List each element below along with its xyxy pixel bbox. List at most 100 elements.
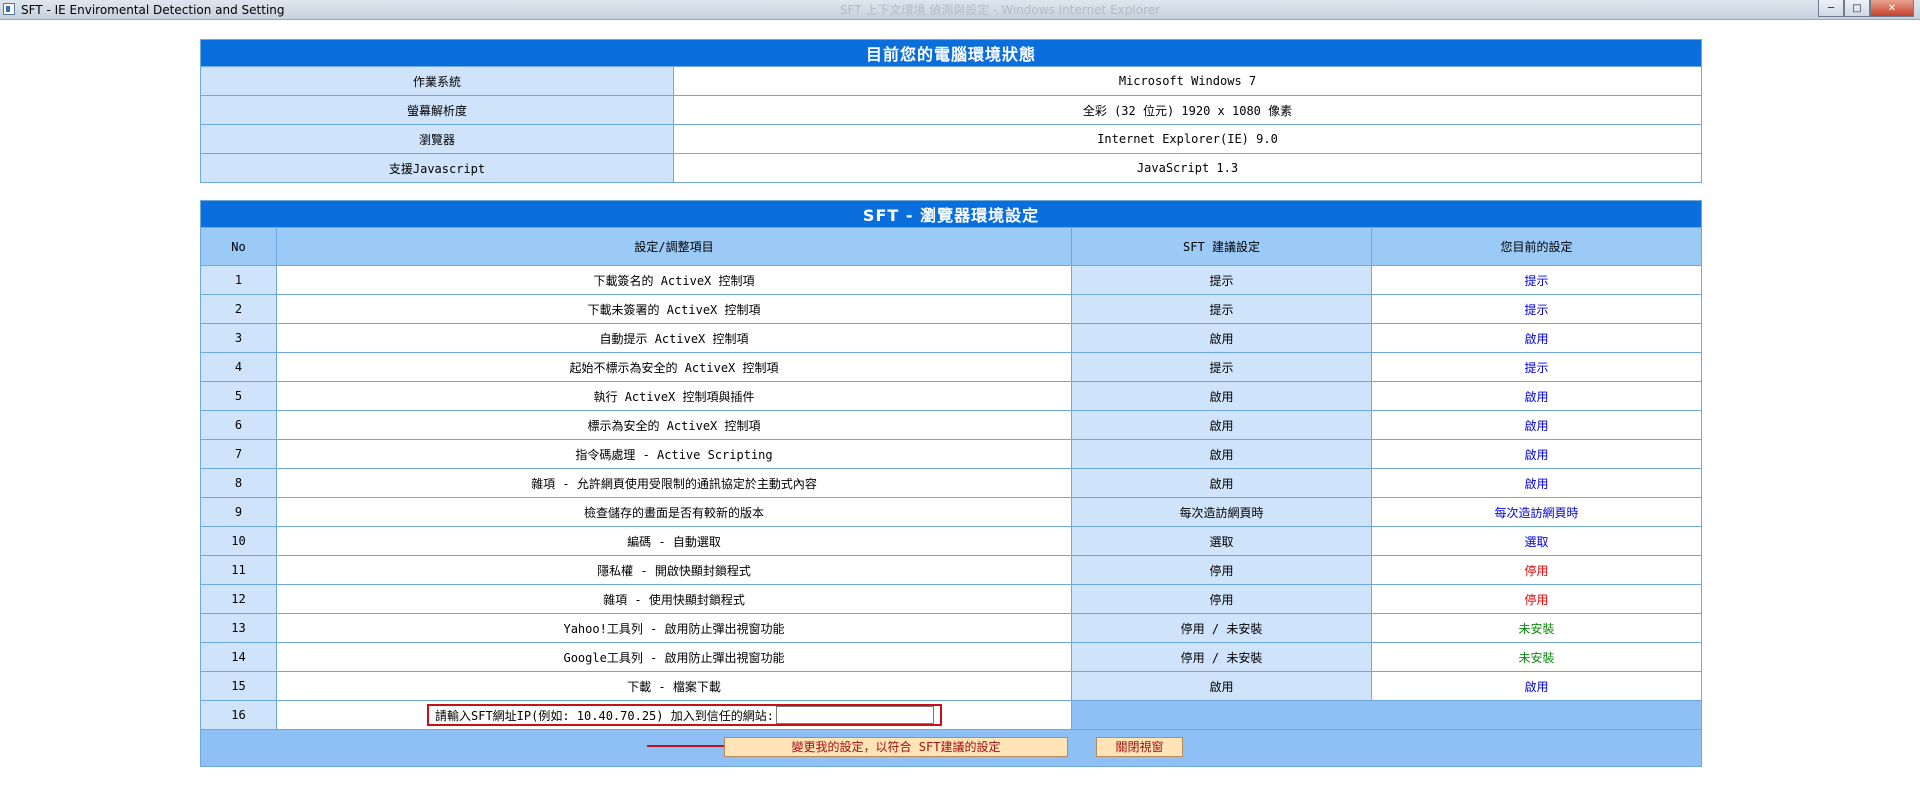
row-number: 11 <box>200 555 277 585</box>
column-header-sft-recommended: SFT 建議設定 <box>1071 227 1372 266</box>
sft-recommended-value: 提示 <box>1071 294 1372 324</box>
setting-item-label: 自動提示 ActiveX 控制項 <box>276 323 1072 353</box>
close-window-button[interactable]: ✕ <box>1870 0 1914 17</box>
sft-recommended-value: 每次造訪網頁時 <box>1071 497 1372 527</box>
minimize-icon: ─ <box>1827 2 1835 14</box>
environment-value: JavaScript 1.3 <box>673 153 1702 183</box>
environment-row: 螢幕解析度 全彩 (32 位元) 1920 x 1080 像素 <box>200 95 1702 125</box>
settings-table: SFT - 瀏覽器環境設定 No 設定/調整項目 SFT 建議設定 您目前的設定… <box>200 200 1702 767</box>
row-number: 13 <box>200 613 277 643</box>
column-header-no: No <box>200 227 277 266</box>
row-number: 15 <box>200 671 277 701</box>
close-icon: ✕ <box>1887 2 1897 14</box>
browser-settings-panel: SFT - 瀏覽器環境設定 No 設定/調整項目 SFT 建議設定 您目前的設定… <box>200 200 1702 767</box>
sft-recommended-value: 啟用 <box>1071 468 1372 498</box>
setting-item-label: 檢查儲存的畫面是否有較新的版本 <box>276 497 1072 527</box>
sft-recommended-value: 啟用 <box>1071 410 1372 440</box>
table-row: 2 下載未簽署的 ActiveX 控制項 提示 提示 <box>200 294 1702 324</box>
sft-recommended-value: 選取 <box>1071 526 1372 556</box>
setting-item-label: 執行 ActiveX 控制項與插件 <box>276 381 1072 411</box>
table-row: 4 起始不標示為安全的 ActiveX 控制項 提示 提示 <box>200 352 1702 382</box>
current-setting-value: 提示 <box>1371 294 1702 324</box>
minimize-button[interactable]: ─ <box>1818 0 1844 17</box>
table-row: 1 下載簽名的 ActiveX 控制項 提示 提示 <box>200 265 1702 295</box>
ip-input-cell: 請輸入SFT網址IP(例如: 10.40.70.25) 加入到信任的網站: <box>276 700 1072 730</box>
setting-item-label: 雜項 - 使用快顯封鎖程式 <box>276 584 1072 614</box>
environment-status-panel: 目前您的電腦環境狀態 作業系統 Microsoft Windows 7 螢幕解析度全… <box>200 39 1702 183</box>
row-number: 6 <box>200 410 277 440</box>
environment-row: 支援Javascript JavaScript 1.3 <box>200 153 1702 183</box>
table-row: 8 雜項 - 允許網頁使用受限制的通訊協定於主動式內容 啟用 啟用 <box>200 468 1702 498</box>
current-setting-value: 停用 <box>1371 555 1702 585</box>
row-number: 2 <box>200 294 277 324</box>
sft-recommended-value: 停用 / 未安裝 <box>1071 642 1372 672</box>
environment-value: Internet Explorer(IE) 9.0 <box>673 124 1702 154</box>
setting-item-label: Yahoo!工具列 - 啟用防止彈出視窗功能 <box>276 613 1072 643</box>
current-setting-value: 啟用 <box>1371 468 1702 498</box>
sft-recommended-value: 啟用 <box>1071 323 1372 353</box>
action-row: 變更我的設定，以符合 SFT建議的設定 關閉視窗 <box>200 729 1702 767</box>
setting-item-label: 起始不標示為安全的 ActiveX 控制項 <box>276 352 1072 382</box>
maximize-button[interactable]: □ <box>1844 0 1870 17</box>
table-row: 11 隱私權 - 開啟快顯封鎖程式 停用 停用 <box>200 555 1702 585</box>
row-number: 12 <box>200 584 277 614</box>
current-setting-value: 啟用 <box>1371 439 1702 469</box>
current-setting-value: 提示 <box>1371 265 1702 295</box>
row-number: 14 <box>200 642 277 672</box>
table-row: 5 執行 ActiveX 控制項與插件 啟用 啟用 <box>200 381 1702 411</box>
column-header-item: 設定/調整項目 <box>276 227 1072 266</box>
setting-item-label: 指令碼處理 - Active Scripting <box>276 439 1072 469</box>
window-controls: ─ □ ✕ <box>1818 0 1914 18</box>
row-number: 1 <box>200 265 277 295</box>
sft-recommended-value: 停用 / 未安裝 <box>1071 613 1372 643</box>
table-row-ip-input: 16 請輸入SFT網址IP(例如: 10.40.70.25) 加入到信任的網站: <box>200 700 1702 730</box>
trusted-site-highlight: 請輸入SFT網址IP(例如: 10.40.70.25) 加入到信任的網站: <box>427 704 942 726</box>
sft-recommended-value: 啟用 <box>1071 439 1372 469</box>
maximize-icon: □ <box>1852 2 1862 14</box>
trusted-site-ip-input[interactable] <box>775 706 934 724</box>
setting-item-label: 標示為安全的 ActiveX 控制項 <box>276 410 1072 440</box>
current-setting-value: 未安裝 <box>1371 613 1702 643</box>
table-row: 12 雜項 - 使用快顯封鎖程式 停用 停用 <box>200 584 1702 614</box>
setting-item-label: Google工具列 - 啟用防止彈出視窗功能 <box>276 642 1072 672</box>
environment-row: 作業系統 Microsoft Windows 7 <box>200 66 1702 96</box>
setting-item-label: 隱私權 - 開啟快顯封鎖程式 <box>276 555 1072 585</box>
table-row: 13 Yahoo!工具列 - 啟用防止彈出視窗功能 停用 / 未安裝 未安裝 <box>200 613 1702 643</box>
environment-value: Microsoft Windows 7 <box>673 66 1702 96</box>
setting-item-label: 下載未簽署的 ActiveX 控制項 <box>276 294 1072 324</box>
environment-table: 目前您的電腦環境狀態 作業系統 Microsoft Windows 7 螢幕解析度全… <box>200 39 1702 183</box>
row-number: 7 <box>200 439 277 469</box>
current-setting-value: 停用 <box>1371 584 1702 614</box>
close-window-page-button[interactable]: 關閉視窗 <box>1096 737 1183 757</box>
current-setting-value: 未安裝 <box>1371 642 1702 672</box>
table-row: 9 檢查儲存的畫面是否有較新的版本 每次造訪網頁時 每次造訪網頁時 <box>200 497 1702 527</box>
row-number: 5 <box>200 381 277 411</box>
current-setting-value: 啟用 <box>1371 381 1702 411</box>
setting-item-label: 編碼 - 自動選取 <box>276 526 1072 556</box>
table-row: 6 標示為安全的 ActiveX 控制項 啟用 啟用 <box>200 410 1702 440</box>
apply-recommended-settings-button[interactable]: 變更我的設定，以符合 SFT建議的設定 <box>724 737 1068 757</box>
sft-recommended-value: 啟用 <box>1071 671 1372 701</box>
setting-item-label: 雜項 - 允許網頁使用受限制的通訊協定於主動式內容 <box>276 468 1072 498</box>
window-faded-title: SFT 上下文環境 偵測與設定 - Windows Internet Explo… <box>840 3 1161 17</box>
table-row: 10 編碼 - 自動選取 選取 選取 <box>200 526 1702 556</box>
environment-value: 全彩 (32 位元) 1920 x 1080 像素 <box>673 95 1702 125</box>
row-number: 4 <box>200 352 277 382</box>
current-setting-value: 啟用 <box>1371 671 1702 701</box>
setting-item-label: 下載 - 檔案下載 <box>276 671 1072 701</box>
sft-recommended-value: 啟用 <box>1071 381 1372 411</box>
window-titlebar[interactable]: SFT - IE Enviromental Detection and Sett… <box>0 0 1920 20</box>
column-header-current-setting: 您目前的設定 <box>1371 227 1702 266</box>
window-title: SFT - IE Enviromental Detection and Sett… <box>21 3 285 17</box>
settings-panel-title: SFT - 瀏覽器環境設定 <box>200 200 1702 228</box>
environment-row: 瀏覽器 Internet Explorer(IE) 9.0 <box>200 124 1702 154</box>
ip-row-blank <box>1071 700 1702 730</box>
row-number: 10 <box>200 526 277 556</box>
table-row: 14 Google工具列 - 啟用防止彈出視窗功能 停用 / 未安裝 未安裝 <box>200 642 1702 672</box>
row-number: 9 <box>200 497 277 527</box>
sft-recommended-value: 提示 <box>1071 265 1372 295</box>
table-row: 7 指令碼處理 - Active Scripting 啟用 啟用 <box>200 439 1702 469</box>
trusted-site-ip-label: 請輸入SFT網址IP(例如: 10.40.70.25) 加入到信任的網站: <box>435 708 774 723</box>
sft-recommended-value: 停用 <box>1071 555 1372 585</box>
row-number: 16 <box>200 700 277 730</box>
